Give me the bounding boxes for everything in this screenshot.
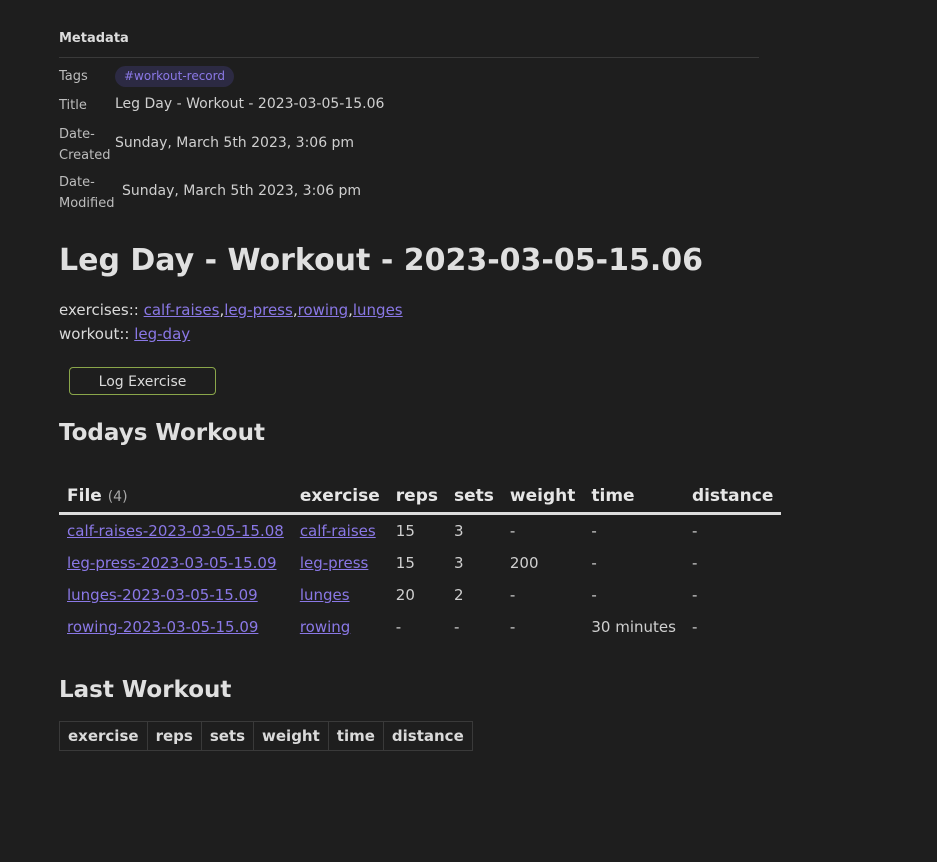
date-modified-value: Sunday, March 5th 2023, 3:06 pm [122,183,362,199]
date-created-label-line2: Created [59,148,111,163]
exercise-cell: rowing [292,611,388,643]
distance-cell: - [691,522,698,540]
log-exercise-button[interactable]: Log Exercise [69,367,216,395]
column-header-sets[interactable]: sets [200,721,255,751]
exercise-link-lunges[interactable]: lunges [353,301,403,319]
file-cell: leg-press-2023-03-05-15.09 [59,547,292,579]
table-header-row: File (4) exercise reps sets weight time … [59,479,782,514]
workout-record-tag[interactable]: #workout-record [115,66,234,87]
title-value: Leg Day - Workout - 2023-03-05-15.06 [115,96,385,112]
date-modified-label-line1: Date- [59,175,95,190]
exercise-cell: lunges [292,579,388,611]
column-header-distance[interactable]: distance [684,479,781,514]
page-title: Leg Day - Workout - 2023-03-05-15.06 [59,243,703,278]
exercise-link[interactable]: calf-raises [300,522,376,540]
time-cell: 30 minutes [591,618,676,636]
table-row: rowing-2023-03-05-15.09 rowing - - - 30 … [59,611,781,643]
workout-property-label: workout:: [59,325,130,343]
table-header-row: exercise reps sets weight time distance [59,721,473,751]
file-link[interactable]: rowing-2023-03-05-15.09 [67,618,258,636]
reps-cell: - [395,618,402,636]
reps-cell: 15 [395,522,415,540]
date-created-value: Sunday, March 5th 2023, 3:06 pm [115,135,355,151]
file-link[interactable]: leg-press-2023-03-05-15.09 [67,554,277,572]
sets-cell: 2 [453,586,464,604]
sets-cell: 3 [453,522,464,540]
date-modified-label: Date- Modified [59,172,114,214]
file-count: (4) [107,488,128,505]
last-workout-table: exercise reps sets weight time distance [59,721,473,751]
column-header-distance[interactable]: distance [382,721,473,751]
title-label: Title [59,98,87,113]
time-cell: - [591,522,597,540]
reps-cell: 20 [395,586,415,604]
column-header-file-label: File [67,485,102,506]
column-header-weight[interactable]: weight [502,479,583,514]
column-header-reps[interactable]: reps [146,721,202,751]
metadata-divider [59,57,759,58]
exercise-link[interactable]: lunges [300,586,350,604]
exercise-cell: calf-raises [292,514,388,548]
column-header-time[interactable]: time [327,721,384,751]
weight-cell: - [509,618,516,636]
column-header-sets[interactable]: sets [446,479,502,514]
metadata-heading: Metadata [59,31,129,46]
column-header-reps[interactable]: reps [388,479,446,514]
table-row: leg-press-2023-03-05-15.09 leg-press 15 … [59,547,781,579]
last-workout-heading: Last Workout [59,677,232,703]
exercises-property-label: exercises:: [59,301,139,319]
distance-cell: - [691,586,698,604]
exercise-link[interactable]: rowing [300,618,350,636]
time-cell: - [591,554,597,572]
file-cell: lunges-2023-03-05-15.09 [59,579,292,611]
exercise-cell: leg-press [292,547,388,579]
column-header-weight[interactable]: weight [253,721,329,751]
table-row: calf-raises-2023-03-05-15.08 calf-raises… [59,514,781,548]
column-header-exercise[interactable]: exercise [59,721,148,751]
workout-link-leg-day[interactable]: leg-day [134,325,190,343]
workout-property: workout:: leg-day [59,325,190,343]
weight-cell: 200 [509,554,539,572]
exercise-link-calf-raises[interactable]: calf-raises [144,301,220,319]
weight-cell: - [509,522,516,540]
column-header-file[interactable]: File (4) [59,479,292,514]
column-header-exercise[interactable]: exercise [292,479,388,514]
distance-cell: - [691,554,698,572]
date-created-label: Date- Created [59,124,110,166]
weight-cell: - [509,586,516,604]
file-cell: rowing-2023-03-05-15.09 [59,611,292,643]
date-created-label-line1: Date- [59,127,95,142]
sets-cell: - [453,618,460,636]
table-row: lunges-2023-03-05-15.09 lunges 20 2 - - … [59,579,781,611]
exercise-link[interactable]: leg-press [300,554,369,572]
file-link[interactable]: lunges-2023-03-05-15.09 [67,586,258,604]
file-link[interactable]: calf-raises-2023-03-05-15.08 [67,522,284,540]
exercises-property: exercises:: calf-raises,leg-press,rowing… [59,301,403,319]
todays-workout-heading: Todays Workout [59,420,265,446]
reps-cell: 15 [395,554,415,572]
time-cell: - [591,586,597,604]
sets-cell: 3 [453,554,464,572]
tags-label: Tags [59,69,88,84]
file-cell: calf-raises-2023-03-05-15.08 [59,514,292,548]
column-header-time[interactable]: time [583,479,684,514]
date-modified-label-line2: Modified [59,196,115,211]
exercise-link-leg-press[interactable]: leg-press [224,301,293,319]
exercise-link-rowing[interactable]: rowing [298,301,348,319]
todays-workout-table: File (4) exercise reps sets weight time … [59,479,782,643]
distance-cell: - [691,618,698,636]
